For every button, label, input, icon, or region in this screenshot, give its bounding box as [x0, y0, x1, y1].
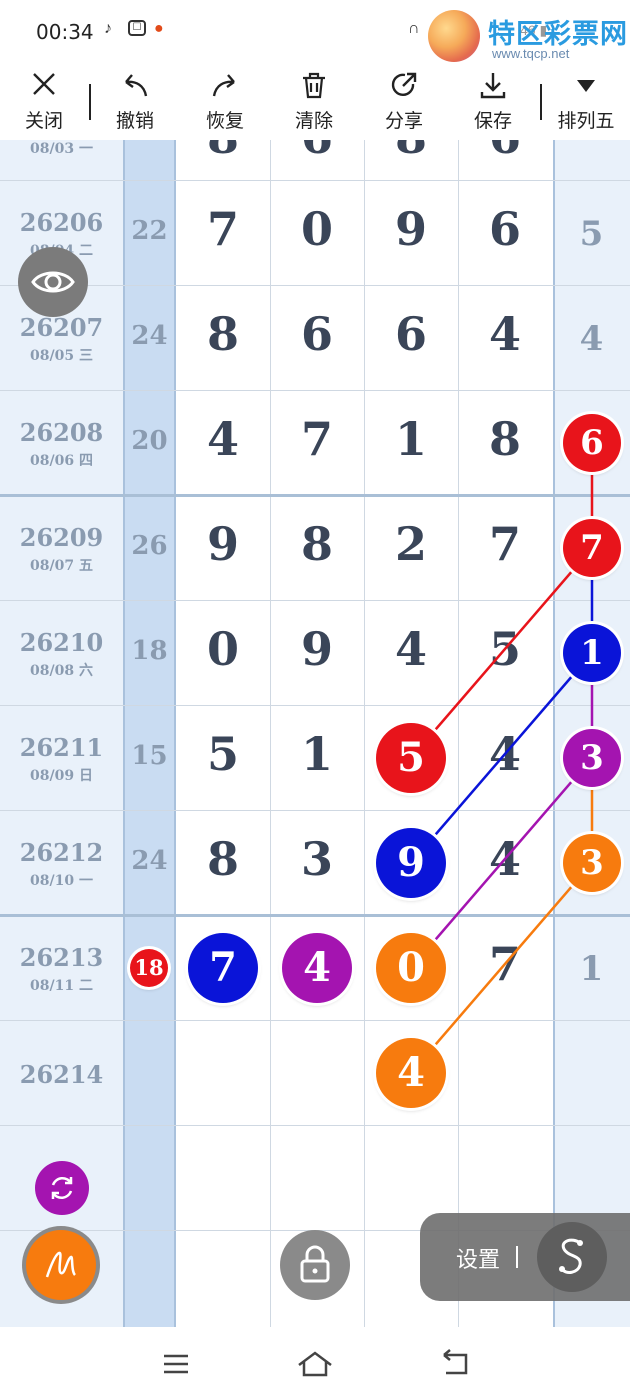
- game-notification-icon: ●: [154, 20, 164, 37]
- ball-blue[interactable]: 7: [188, 933, 258, 1003]
- toolbar: 关闭 撤销 恢复 清除 分享 保存 排列五: [0, 64, 630, 140]
- status-time: 00:34: [36, 20, 94, 44]
- menu-icon: [164, 1354, 188, 1374]
- ball-red[interactable]: 7: [563, 519, 621, 577]
- lottery-selector[interactable]: 排列五: [549, 70, 623, 136]
- undo-icon: [100, 70, 170, 104]
- ball-red-sum[interactable]: 18: [130, 949, 168, 987]
- close-label: 关闭: [24, 110, 63, 132]
- s-logo-icon: [559, 1238, 583, 1274]
- menu-button[interactable]: [156, 1347, 196, 1381]
- refresh-button[interactable]: [35, 1161, 89, 1215]
- close-button[interactable]: 关闭: [9, 70, 79, 136]
- ball-blue[interactable]: 9: [376, 828, 446, 898]
- close-icon: [9, 70, 79, 104]
- toolbar-divider: [540, 84, 542, 120]
- triangle-down-icon: [549, 70, 623, 104]
- clear-button[interactable]: 清除: [279, 70, 349, 136]
- settings-label: 设置: [456, 1248, 501, 1273]
- share-button[interactable]: 分享: [369, 70, 439, 136]
- undo-button[interactable]: 撤销: [100, 70, 170, 136]
- save-label: 保存: [473, 110, 512, 132]
- settings-separator: [516, 1246, 518, 1268]
- share-icon: [369, 70, 439, 104]
- redo-label: 恢复: [205, 110, 244, 132]
- app-notification-icon: ☐: [128, 20, 146, 36]
- status-bar: 00:34 ♪ ☐ ● ∩ 46 ▮ 特区彩票网 www.tqcp.net: [0, 0, 630, 64]
- watermark-url: www.tqcp.net: [492, 46, 570, 61]
- back-icon: [443, 1349, 468, 1375]
- nav-bar: [0, 1327, 630, 1400]
- clear-label: 清除: [294, 110, 333, 132]
- lock-icon: [300, 1245, 330, 1283]
- lock-button[interactable]: [280, 1230, 350, 1300]
- ball-red[interactable]: 5: [376, 723, 446, 793]
- redo-icon: [190, 70, 260, 104]
- back-button[interactable]: [436, 1347, 476, 1381]
- headphone-icon: ∩: [408, 20, 420, 37]
- toolbar-divider: [89, 84, 91, 120]
- s-button[interactable]: [537, 1222, 607, 1292]
- ball-purple[interactable]: 4: [282, 933, 352, 1003]
- save-button[interactable]: 保存: [458, 70, 528, 136]
- home-button[interactable]: [295, 1347, 335, 1381]
- ball-blue[interactable]: 1: [563, 624, 621, 682]
- trend-lines: [410, 443, 594, 1074]
- lottery-grid[interactable]: 08/03 一 8 6 8 6 2620608/04 二227096526207…: [0, 140, 630, 1327]
- refresh-icon: [51, 1176, 73, 1200]
- music-note-icon: ♪: [104, 20, 112, 37]
- eye-button[interactable]: [18, 247, 88, 317]
- download-icon: [458, 70, 528, 104]
- watermark-logo: [428, 10, 480, 62]
- ball-purple[interactable]: 3: [563, 729, 621, 787]
- trash-icon: [279, 70, 349, 104]
- home-icon: [298, 1351, 332, 1377]
- share-label: 分享: [384, 110, 423, 132]
- pen-icon: [45, 1251, 77, 1278]
- redo-button[interactable]: 恢复: [190, 70, 260, 136]
- ball-red[interactable]: 6: [563, 414, 621, 472]
- eye-icon: [31, 271, 75, 293]
- undo-label: 撤销: [115, 110, 154, 132]
- lottery-label: 排列五: [557, 110, 615, 132]
- ball-orange[interactable]: 4: [376, 1038, 446, 1108]
- ball-orange[interactable]: 3: [563, 834, 621, 892]
- ball-orange[interactable]: 0: [376, 933, 446, 1003]
- pen-button[interactable]: [26, 1230, 96, 1300]
